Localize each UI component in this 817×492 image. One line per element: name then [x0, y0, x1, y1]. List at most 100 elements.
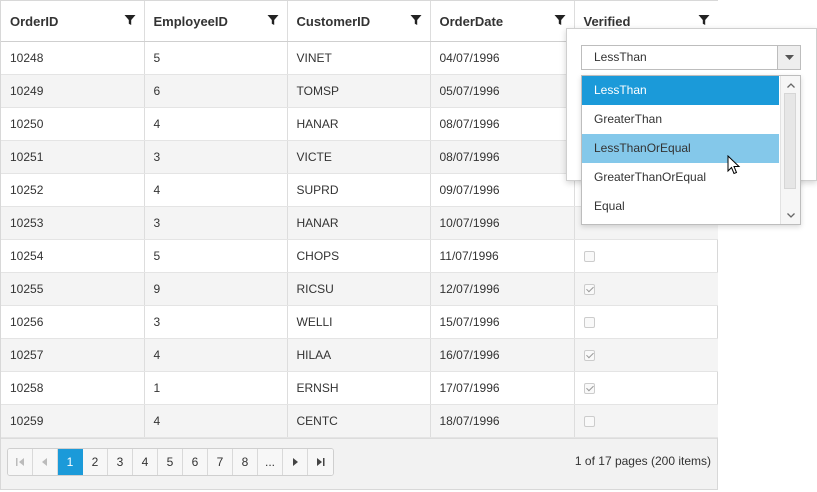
verified-checkbox[interactable]	[583, 416, 595, 428]
cell-order-id: 10250	[1, 107, 145, 141]
cell-order-id: 10258	[1, 371, 145, 405]
verified-checkbox[interactable]	[583, 251, 595, 263]
column-header-label: EmployeeID	[153, 13, 228, 29]
table-row[interactable]: 10256 3 WELLI 15/07/1996	[1, 305, 718, 339]
cell-order-date: 08/07/1996	[430, 140, 575, 174]
cell-order-date: 15/07/1996	[430, 305, 575, 339]
next-page-button[interactable]	[283, 449, 308, 475]
cell-customer-id: HANAR	[287, 107, 431, 141]
filter-icon[interactable]	[554, 14, 566, 26]
cell-employee-id: 3	[144, 206, 288, 240]
cell-order-id: 10251	[1, 140, 145, 174]
page-button-5[interactable]: 5	[158, 449, 183, 475]
first-page-button[interactable]	[8, 449, 33, 475]
cell-order-date: 18/07/1996	[430, 404, 575, 438]
cell-order-date: 12/07/1996	[430, 272, 575, 306]
filter-operator-dropdown[interactable]: LessThan	[581, 45, 801, 70]
cell-order-id: 10254	[1, 239, 145, 273]
pager: 1 2 3 4 5 6 7 8... 1 of 17 pages (200 items)	[1, 438, 717, 489]
cell-order-id: 10249	[1, 74, 145, 108]
scroll-up-arrow[interactable]	[781, 77, 800, 93]
filter-option-lessthanorequal[interactable]: LessThanOrEqual	[582, 134, 779, 163]
cell-verified	[574, 305, 718, 339]
cell-order-date: 08/07/1996	[430, 107, 575, 141]
cell-verified	[574, 404, 718, 438]
table-row[interactable]: 10259 4 CENTC 18/07/1996	[1, 404, 718, 438]
cell-verified	[574, 338, 718, 372]
previous-page-button[interactable]	[33, 449, 58, 475]
page-button-8[interactable]: 8	[233, 449, 258, 475]
cell-employee-id: 4	[144, 404, 288, 438]
filter-option-greaterthanorequal[interactable]: GreaterThanOrEqual	[582, 163, 779, 192]
cell-order-date: 10/07/1996	[430, 206, 575, 240]
cell-order-date: 11/07/1996	[430, 239, 575, 273]
cell-employee-id: 4	[144, 173, 288, 207]
previous-page-icon	[42, 458, 47, 466]
last-page-icon	[317, 458, 325, 466]
column-header-employeeid[interactable]: EmployeeID	[144, 1, 288, 42]
verified-checkbox[interactable]	[583, 383, 595, 395]
cell-employee-id: 5	[144, 41, 288, 75]
column-header-label: CustomerID	[296, 13, 371, 29]
mouse-cursor-icon	[727, 155, 741, 175]
cell-order-id: 10253	[1, 206, 145, 240]
chevron-down-icon	[784, 55, 794, 60]
page-button-6[interactable]: 6	[183, 449, 208, 475]
verified-checkbox[interactable]	[583, 284, 595, 296]
cell-customer-id: WELLI	[287, 305, 431, 339]
list-scrollbar[interactable]	[780, 76, 800, 224]
page-button-2[interactable]: 2	[83, 449, 108, 475]
filter-icon[interactable]	[410, 14, 422, 26]
cell-order-date: 09/07/1996	[430, 173, 575, 207]
more-pages-button[interactable]: ...	[258, 449, 283, 475]
last-page-button[interactable]	[308, 449, 333, 475]
cell-employee-id: 6	[144, 74, 288, 108]
column-header-orderid[interactable]: OrderID	[1, 1, 145, 42]
cell-customer-id: SUPRD	[287, 173, 431, 207]
verified-checkbox[interactable]	[583, 350, 595, 362]
cell-employee-id: 4	[144, 107, 288, 141]
filter-option-lessthan[interactable]: LessThan	[582, 76, 779, 105]
filter-icon[interactable]	[124, 14, 136, 26]
cell-order-date: 05/07/1996	[430, 74, 575, 108]
cell-order-id: 10259	[1, 404, 145, 438]
page-button-7[interactable]: 7	[208, 449, 233, 475]
filter-operator-value: LessThan	[594, 50, 647, 64]
dropdown-toggle-button[interactable]	[777, 46, 800, 69]
cell-order-id: 10255	[1, 272, 145, 306]
cell-customer-id: ERNSH	[287, 371, 431, 405]
cell-order-date: 04/07/1996	[430, 41, 575, 75]
cell-employee-id: 9	[144, 272, 288, 306]
pager-buttons: 1 2 3 4 5 6 7 8...	[7, 448, 334, 476]
page-button-1[interactable]: 1	[58, 449, 83, 475]
page-button-4[interactable]: 4	[133, 449, 158, 475]
scroll-thumb[interactable]	[784, 93, 796, 189]
verified-checkbox[interactable]	[583, 317, 595, 329]
cell-order-id: 10256	[1, 305, 145, 339]
table-row[interactable]: 10258 1 ERNSH 17/07/1996	[1, 371, 718, 405]
cell-customer-id: CENTC	[287, 404, 431, 438]
pager-info: 1 of 17 pages (200 items)	[574, 454, 711, 468]
table-row[interactable]: 10257 4 HILAA 16/07/1996	[1, 338, 718, 372]
filter-operator-list: LessThan GreaterThan LessThanOrEqual Greate…	[581, 75, 801, 225]
cell-employee-id: 4	[144, 338, 288, 372]
cell-order-id: 10257	[1, 338, 145, 372]
column-header-label: Verified	[583, 13, 631, 29]
cell-order-id: 10248	[1, 41, 145, 75]
filter-icon[interactable]	[698, 14, 710, 26]
cell-customer-id: HILAA	[287, 338, 431, 372]
cell-customer-id: VICTE	[287, 140, 431, 174]
cell-order-date: 17/07/1996	[430, 371, 575, 405]
filter-option-greaterthan[interactable]: GreaterThan	[582, 105, 779, 134]
table-row[interactable]: 10254 5 CHOPS 11/07/1996	[1, 239, 718, 273]
cell-employee-id: 5	[144, 239, 288, 273]
filter-icon[interactable]	[267, 14, 279, 26]
cell-customer-id: HANAR	[287, 206, 431, 240]
column-header-customerid[interactable]: CustomerID	[287, 1, 431, 42]
column-header-orderdate[interactable]: OrderDate	[430, 1, 575, 42]
filter-option-equal[interactable]: Equal	[582, 192, 779, 221]
page-button-3[interactable]: 3	[108, 449, 133, 475]
scroll-down-arrow[interactable]	[781, 207, 800, 223]
table-row[interactable]: 10255 9 RICSU 12/07/1996	[1, 272, 718, 306]
cell-order-date: 16/07/1996	[430, 338, 575, 372]
